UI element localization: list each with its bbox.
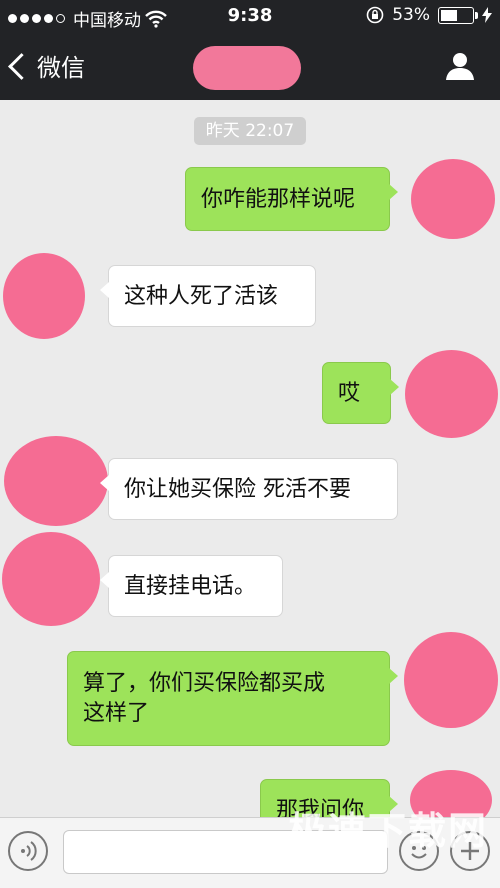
- status-right: 53%: [366, 5, 492, 25]
- battery-percent: 53%: [392, 5, 430, 25]
- message-text: 这种人死了活该: [124, 284, 279, 309]
- back-label: 微信: [37, 54, 85, 82]
- emoji-button[interactable]: [399, 831, 439, 871]
- avatar-redacted[interactable]: [2, 532, 100, 626]
- back-chevron-icon: [8, 53, 35, 80]
- avatar-redacted[interactable]: [3, 253, 85, 339]
- person-icon[interactable]: [444, 50, 476, 82]
- message-text: 那我问你: [276, 798, 365, 817]
- message-bubble-sent[interactable]: 算了，你们买保险都买成 这样了: [67, 651, 398, 746]
- emoji-icon: [411, 846, 427, 859]
- chat-area[interactable]: 昨天 22:07 你咋能那样说呢 这种人死了活该 哎 你让她买保险 死活不要 直…: [0, 100, 500, 817]
- voice-button[interactable]: [8, 831, 48, 871]
- message-text-line: 这样了: [83, 701, 150, 726]
- message-bubble-sent[interactable]: 你咋能那样说呢: [185, 167, 398, 231]
- avatar-redacted[interactable]: [4, 436, 108, 526]
- nav-bar: 微信: [0, 32, 500, 100]
- avatar-redacted[interactable]: [404, 632, 498, 728]
- message-bubble-received[interactable]: 你让她买保险 死活不要: [100, 458, 398, 520]
- message-text: 哎: [338, 381, 361, 406]
- contact-name-redacted: [193, 46, 301, 90]
- message-bubble-received[interactable]: 这种人死了活该: [100, 265, 316, 327]
- avatar-redacted[interactable]: [410, 770, 492, 817]
- charging-bolt-icon: [482, 7, 492, 23]
- message-text: 直接挂电话。: [124, 574, 257, 599]
- voice-icon: [21, 841, 37, 861]
- more-button[interactable]: [450, 831, 490, 871]
- plus-icon: [461, 842, 479, 860]
- avatar-redacted[interactable]: [411, 159, 495, 239]
- battery-icon: [438, 6, 478, 24]
- timestamp: 昨天 22:07: [194, 117, 306, 145]
- status-bar: 中国移动 9:38 53%: [0, 0, 500, 32]
- message-bubble-sent[interactable]: 哎: [322, 362, 399, 424]
- message-bubble-sent[interactable]: 那我问你: [260, 779, 398, 817]
- rotation-lock-icon: [366, 6, 384, 24]
- back-button[interactable]: 微信: [8, 48, 85, 83]
- message-input[interactable]: [63, 830, 388, 874]
- message-text: 你咋能那样说呢: [201, 187, 356, 212]
- avatar-redacted[interactable]: [405, 350, 498, 438]
- input-bar: [0, 817, 500, 888]
- message-bubble-received[interactable]: 直接挂电话。: [100, 555, 283, 617]
- message-text-line: 算了，你们买保险都买成: [83, 671, 326, 696]
- message-text: 你让她买保险 死活不要: [124, 477, 351, 502]
